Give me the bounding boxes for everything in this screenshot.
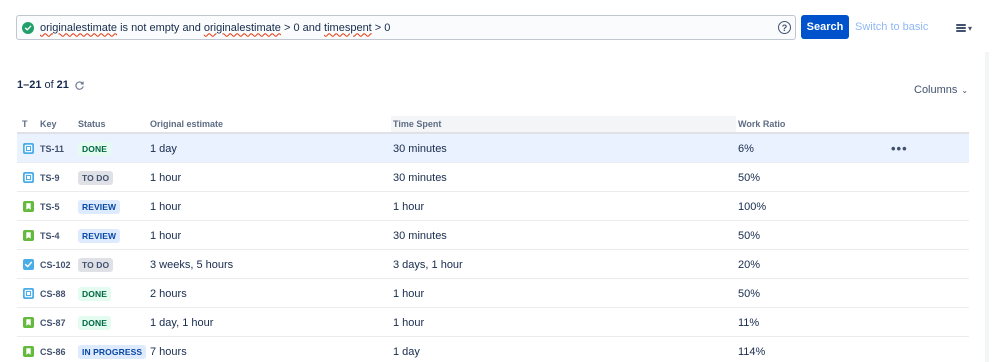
table-body: TS-11 DONE 1 day 30 minutes 6% ••• TS-9 TO DO 1 … xyxy=(17,134,969,362)
column-header-status[interactable]: Status xyxy=(78,119,106,129)
column-header-key[interactable]: Key xyxy=(40,119,57,129)
results-total: 21 xyxy=(56,79,69,91)
table-row[interactable]: TS-4 REVIEW 1 hour 30 minutes 50% xyxy=(17,221,969,250)
subtask-type-icon xyxy=(23,259,34,270)
status-badge[interactable]: REVIEW xyxy=(78,199,121,214)
original-estimate-value: 1 hour xyxy=(150,229,182,242)
work-ratio-value: 100% xyxy=(738,200,767,213)
task-type-icon xyxy=(23,143,34,154)
original-estimate-value: 1 day, 1 hour xyxy=(150,316,214,329)
valid-query-check-icon xyxy=(22,21,34,34)
task-type-icon xyxy=(23,288,34,299)
results-range: 1–21 xyxy=(17,79,42,91)
original-estimate-value: 1 hour xyxy=(150,171,182,184)
work-ratio-value: 50% xyxy=(738,229,761,242)
work-ratio-value: 11% xyxy=(738,316,760,329)
time-spent-value: 30 minutes xyxy=(393,142,447,155)
table-row[interactable]: TS-5 REVIEW 1 hour 1 hour 100% xyxy=(17,192,969,221)
table-row[interactable]: CS-87 DONE 1 day, 1 hour 1 hour 11% xyxy=(17,308,969,337)
columns-button[interactable]: Columns ⌄ xyxy=(914,84,968,96)
table-header: T Key Status Original estimate Time Spen… xyxy=(17,116,969,134)
refresh-icon[interactable] xyxy=(74,80,85,91)
time-spent-value: 30 minutes xyxy=(393,171,447,184)
story-type-icon xyxy=(23,317,34,328)
work-ratio-value: 20% xyxy=(738,258,761,271)
issue-key-link[interactable]: CS-102 xyxy=(40,250,71,279)
time-spent-value: 1 hour xyxy=(393,316,425,329)
table-row[interactable]: CS-88 DONE 2 hours 1 hour 50% xyxy=(17,279,969,308)
status-badge[interactable]: DONE xyxy=(78,315,111,330)
scrollbar[interactable] xyxy=(985,52,989,362)
status-badge[interactable]: IN PROGRESS xyxy=(78,344,147,359)
status-badge[interactable]: DONE xyxy=(78,141,111,156)
status-badge[interactable]: TO DO xyxy=(78,170,114,185)
work-ratio-value: 6% xyxy=(738,142,754,155)
story-type-icon xyxy=(23,201,34,212)
time-spent-value: 30 minutes xyxy=(393,229,447,242)
time-spent-value: 1 hour xyxy=(393,200,425,213)
issue-key-link[interactable]: TS-4 xyxy=(40,221,60,250)
jql-query-text[interactable]: originalestimate is not empty and origin… xyxy=(40,22,390,34)
help-icon[interactable]: ? xyxy=(778,21,791,34)
column-header-type[interactable]: T xyxy=(22,119,28,129)
jql-search-input[interactable]: originalestimate is not empty and origin… xyxy=(16,15,796,40)
original-estimate-value: 1 day xyxy=(150,142,177,155)
results-count: 1–21 of 21 xyxy=(17,79,85,91)
status-badge[interactable]: DONE xyxy=(78,286,111,301)
issue-key-link[interactable]: TS-11 xyxy=(40,134,64,163)
time-spent-value: 1 day xyxy=(393,345,420,358)
column-header-original-estimate[interactable]: Original estimate xyxy=(150,119,223,129)
story-type-icon xyxy=(23,230,34,241)
status-badge[interactable]: TO DO xyxy=(78,257,114,272)
issues-table: T Key Status Original estimate Time Spen… xyxy=(17,116,969,362)
table-row[interactable]: TS-11 DONE 1 day 30 minutes 6% ••• xyxy=(17,134,969,163)
original-estimate-value: 2 hours xyxy=(150,287,187,300)
search-button[interactable]: Search xyxy=(801,15,849,39)
table-row[interactable]: CS-86 IN PROGRESS 7 hours 1 day 114% xyxy=(17,337,969,362)
issue-key-link[interactable]: CS-86 xyxy=(40,337,66,362)
work-ratio-value: 114% xyxy=(738,345,766,358)
original-estimate-value: 7 hours xyxy=(150,345,187,358)
table-row[interactable]: TS-9 TO DO 1 hour 30 minutes 50% xyxy=(17,163,969,192)
story-type-icon xyxy=(23,346,34,357)
column-header-time-spent[interactable]: Time Spent xyxy=(391,116,736,132)
work-ratio-value: 50% xyxy=(738,287,761,300)
more-actions-icon[interactable]: ••• xyxy=(891,134,908,163)
issue-key-link[interactable]: TS-9 xyxy=(40,163,60,192)
issue-key-link[interactable]: CS-88 xyxy=(40,279,66,308)
original-estimate-value: 1 hour xyxy=(150,200,182,213)
chevron-down-icon: ⌄ xyxy=(961,85,969,95)
view-menu-icon[interactable]: ▾ xyxy=(956,22,972,34)
task-type-icon xyxy=(23,172,34,183)
original-estimate-value: 3 weeks, 5 hours xyxy=(150,258,234,271)
work-ratio-value: 50% xyxy=(738,171,761,184)
switch-to-basic-link[interactable]: Switch to basic xyxy=(855,21,928,33)
column-header-work-ratio[interactable]: Work Ratio xyxy=(738,119,785,129)
time-spent-value: 1 hour xyxy=(393,287,425,300)
issue-key-link[interactable]: CS-87 xyxy=(40,308,66,337)
time-spent-value: 3 days, 1 hour xyxy=(393,258,463,271)
table-row[interactable]: CS-102 TO DO 3 weeks, 5 hours 3 days, 1 hou… xyxy=(17,250,969,279)
issue-key-link[interactable]: TS-5 xyxy=(40,192,60,221)
status-badge[interactable]: REVIEW xyxy=(78,228,121,243)
